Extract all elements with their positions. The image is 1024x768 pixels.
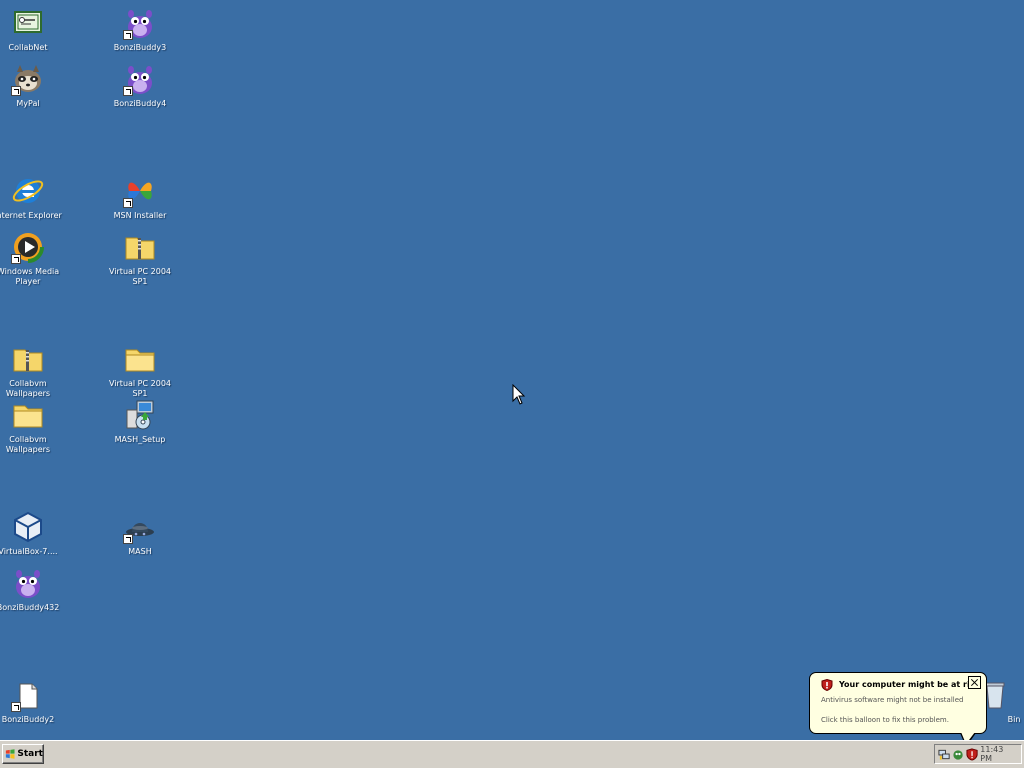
icon-label: Windows Media Player xyxy=(0,267,60,286)
desktop-icon-bonzibuddy4[interactable]: BonziBuddy4 xyxy=(102,60,178,109)
icon-label: BonziBuddy2 xyxy=(1,715,55,724)
zip-folder-icon xyxy=(11,342,45,376)
icon-label: MASH_Setup xyxy=(114,435,166,444)
clock[interactable]: 11:43 PM xyxy=(980,745,1015,763)
folder-icon xyxy=(11,398,45,432)
bonzibuddy-icon xyxy=(11,566,45,600)
desktop-icon-internet-explorer[interactable]: Internet Explorer xyxy=(0,172,66,221)
internet-explorer-icon xyxy=(11,174,45,208)
windows-flag-icon xyxy=(5,749,15,759)
raccoon-icon xyxy=(11,62,45,96)
desktop[interactable]: CollabNet MyPal Internet Explorer Window… xyxy=(0,0,1024,740)
shortcut-arrow-icon xyxy=(11,254,21,264)
msn-butterfly-icon xyxy=(123,174,157,208)
icon-label: CollabNet xyxy=(8,43,48,52)
security-balloon[interactable]: Your computer might be at risk Antivirus… xyxy=(809,672,987,747)
desktop-icon-bonzibuddy432[interactable]: BonziBuddy432 xyxy=(0,564,66,613)
desktop-icon-bonzibuddy2[interactable]: BonziBuddy2 xyxy=(0,676,66,725)
icon-label: MyPal xyxy=(16,99,40,108)
start-label: Start xyxy=(17,749,43,759)
desktop-icon-collabvm-wallpapers-zip[interactable]: Collabvm Wallpapers xyxy=(0,340,66,399)
icon-label: BonziBuddy4 xyxy=(113,99,167,108)
desktop-icon-windows-media-player[interactable]: Windows Media Player xyxy=(0,228,66,287)
icon-label: Internet Explorer xyxy=(0,211,62,220)
desktop-icon-collabnet[interactable]: CollabNet xyxy=(0,4,66,53)
network-icon[interactable] xyxy=(938,748,950,761)
document-icon xyxy=(11,678,45,712)
desktop-icon-mash-setup[interactable]: MASH_Setup xyxy=(102,396,178,445)
shortcut-arrow-icon xyxy=(11,702,21,712)
shortcut-arrow-icon xyxy=(123,534,133,544)
desktop-icon-bonzibuddy3[interactable]: BonziBuddy3 xyxy=(102,4,178,53)
virtualbox-cube-icon xyxy=(11,510,45,544)
shortcut-arrow-icon xyxy=(123,198,133,208)
balloon-title: Your computer might be at risk xyxy=(839,680,980,689)
installer-icon xyxy=(123,398,157,432)
desktop-icon-msn-installer[interactable]: MSN Installer xyxy=(102,172,178,221)
bonzibuddy-icon xyxy=(123,62,157,96)
balloon-message: Antivirus software might not be installe… xyxy=(821,696,964,704)
start-button[interactable]: Start xyxy=(2,744,44,764)
shortcut-arrow-icon xyxy=(123,86,133,96)
desktop-icon-collabvm-wallpapers-folder[interactable]: Collabvm Wallpapers xyxy=(0,396,66,455)
security-shield-icon xyxy=(821,679,833,691)
security-alert-icon[interactable] xyxy=(966,747,978,761)
balloon-action-text[interactable]: Click this balloon to fix this problem. xyxy=(821,716,949,724)
shortcut-arrow-icon xyxy=(11,86,21,96)
icon-label: Virtual PC 2004 SP1 xyxy=(109,267,171,286)
bonzibuddy-icon xyxy=(123,6,157,40)
icon-label: VirtualBox-7.... xyxy=(0,547,58,556)
desktop-icon-mash[interactable]: MASH xyxy=(102,508,178,557)
shortcut-arrow-icon xyxy=(123,30,133,40)
icon-label: BonziBuddy432 xyxy=(0,603,60,612)
desktop-icon-virtual-pc-folder[interactable]: Virtual PC 2004 SP1 xyxy=(102,340,178,399)
folder-icon xyxy=(123,342,157,376)
zip-folder-icon xyxy=(123,230,157,264)
bonzibuddy-tray-icon[interactable] xyxy=(952,748,964,761)
system-tray: 11:43 PM xyxy=(934,744,1022,764)
icon-label: MSN Installer xyxy=(113,211,167,220)
mouse-cursor-icon xyxy=(512,384,526,405)
desktop-icon-mypal[interactable]: MyPal xyxy=(0,60,66,109)
icon-label: MASH xyxy=(128,547,152,556)
certificate-icon xyxy=(11,6,45,40)
mash-hat-icon xyxy=(123,510,157,544)
media-player-icon xyxy=(11,230,45,264)
desktop-icon-virtual-pc-zip[interactable]: Virtual PC 2004 SP1 xyxy=(102,228,178,287)
icon-label: Collabvm Wallpapers xyxy=(5,435,51,454)
desktop-icon-virtualbox[interactable]: VirtualBox-7.... xyxy=(0,508,66,557)
icon-label: BonziBuddy3 xyxy=(113,43,167,52)
taskbar: Start 11:43 PM xyxy=(0,740,1024,768)
balloon-close-button[interactable] xyxy=(968,676,981,689)
